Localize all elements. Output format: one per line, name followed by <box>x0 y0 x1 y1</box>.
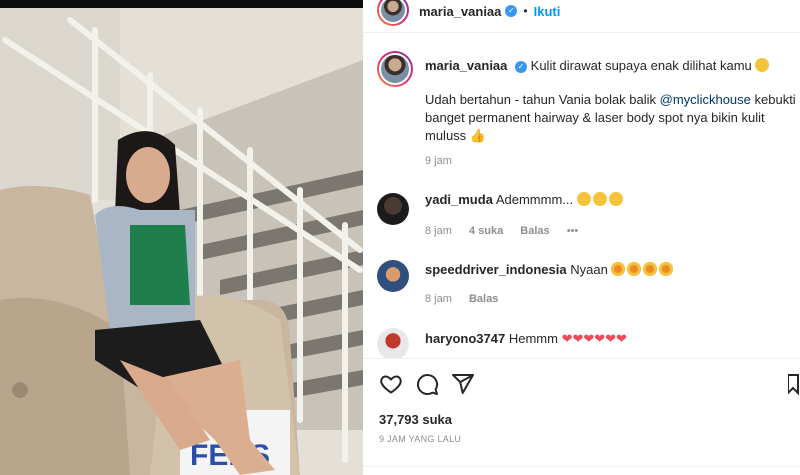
caption-text-a: Udah bertahun - tahun Vania bolak balik <box>425 92 660 107</box>
emoji-icon <box>659 262 674 276</box>
reply-button[interactable]: Balas <box>469 293 498 305</box>
follow-button[interactable]: Ikuti <box>534 4 561 19</box>
caption-username[interactable]: maria_vaniaa <box>425 58 507 73</box>
emoji-icon <box>611 262 626 276</box>
mention-link[interactable]: @myclickhouse <box>660 92 751 107</box>
comment-avatar[interactable] <box>377 193 409 225</box>
comment-username[interactable]: speeddriver_indonesia <box>425 262 567 277</box>
comment-row: haryono3747 Hemmm ❤❤❤❤❤❤ <box>425 330 627 348</box>
separator-dot: • <box>523 4 528 18</box>
author-username[interactable]: maria_vaniaa <box>419 4 501 19</box>
comment-text: Ademmmm... <box>495 192 574 207</box>
comments-section: maria_vaniaa ✓ Kulit dirawat supaya enak… <box>363 33 800 358</box>
comment-meta: 8 jam 4 suka Balas ••• <box>425 225 592 237</box>
likes-count[interactable]: 37,793 suka <box>379 412 452 427</box>
comment-likes[interactable]: 4 suka <box>469 225 503 237</box>
emoji-icon <box>576 192 591 206</box>
post-photo[interactable]: FERS <box>0 0 363 475</box>
heart-icon: ❤❤❤❤❤❤ <box>561 331 627 346</box>
caption-line-4: muluss <box>425 128 467 143</box>
more-icon[interactable]: ••• <box>567 225 579 237</box>
post-actions: 37,793 suka 9 JAM YANG LALU <box>363 358 800 475</box>
caption-author-avatar[interactable] <box>377 51 413 87</box>
comment-button[interactable] <box>415 372 439 396</box>
comment-meta: 8 jam Balas <box>425 293 512 305</box>
caption-line-3: banget permanent hairway & laser body sp… <box>425 110 765 125</box>
reply-button[interactable]: Balas <box>520 225 549 237</box>
comment-time: 8 jam <box>425 293 452 305</box>
author-avatar[interactable] <box>377 0 409 26</box>
like-button[interactable] <box>379 372 403 396</box>
comment-avatar[interactable] <box>377 328 409 358</box>
verified-icon: ✓ <box>505 5 518 17</box>
caption-text-b: kebukti <box>750 92 796 107</box>
save-button[interactable] <box>788 372 800 396</box>
emoji-icon <box>627 262 642 276</box>
emoji-icon <box>592 192 607 206</box>
comment-avatar[interactable] <box>377 260 409 292</box>
emoji-icon <box>643 262 658 276</box>
post-viewer: FERS maria_vaniaa ✓ • Ikuti maria_vaniaa <box>0 0 800 475</box>
verified-icon: ✓ <box>515 60 528 73</box>
comment-username[interactable]: haryono3747 <box>425 331 505 346</box>
add-comment-bar[interactable] <box>363 466 800 475</box>
caption-paragraph: Udah bertahun - tahun Vania bolak balik … <box>425 91 800 145</box>
photo-top-bar <box>0 0 363 8</box>
thumbs-up-icon: 👍 <box>469 128 486 143</box>
caption-line-1: maria_vaniaa ✓ Kulit dirawat supaya enak… <box>425 57 795 75</box>
comment-username[interactable]: yadi_muda <box>425 192 493 207</box>
comment-row: yadi_muda Ademmmm... <box>425 191 625 209</box>
comment-text: Hemmm <box>508 331 558 346</box>
comment-time: 8 jam <box>425 225 452 237</box>
comment-row: speeddriver_indonesia Nyaan <box>425 261 675 279</box>
caption-time: 9 jam <box>425 155 452 167</box>
emoji-icon <box>608 192 623 206</box>
post-side-panel: maria_vaniaa ✓ • Ikuti maria_vaniaa ✓ Ku… <box>363 0 800 475</box>
post-header: maria_vaniaa ✓ • Ikuti <box>363 0 800 33</box>
comment-text: Nyaan <box>570 262 608 277</box>
post-timestamp: 9 JAM YANG LALU <box>379 434 462 444</box>
photo-image: FERS <box>0 0 363 475</box>
emoji-icon <box>755 58 770 72</box>
share-button[interactable] <box>451 372 475 396</box>
caption-text: Kulit dirawat supaya enak dilihat kamu <box>530 58 752 73</box>
